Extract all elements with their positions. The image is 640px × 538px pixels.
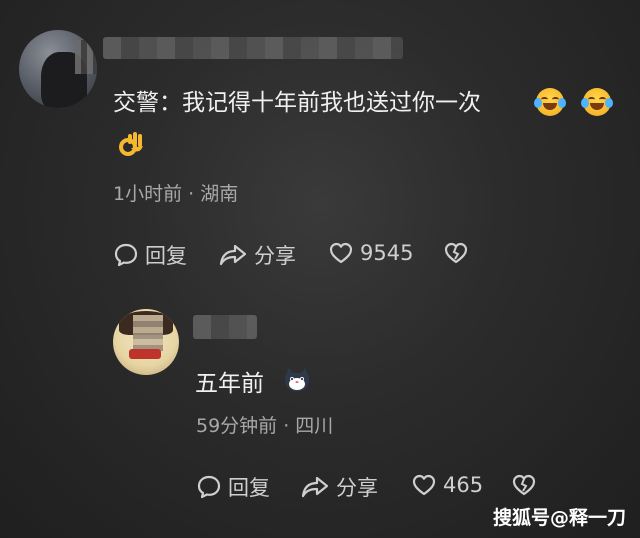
- share-arrow-icon: [219, 244, 247, 266]
- heart-icon: [412, 474, 436, 496]
- comment-text: 交警：我记得十年前我也送过你一次: [113, 90, 481, 116]
- reply-meta: 59分钟前 · 四川: [196, 415, 334, 437]
- share-label: 分享: [254, 244, 296, 268]
- avatar-pixelation: [133, 315, 163, 351]
- heart-icon: [329, 242, 353, 264]
- share-arrow-icon: [301, 476, 329, 498]
- share-button[interactable]: 分享: [218, 240, 296, 270]
- chat-bubble-icon: [197, 475, 221, 499]
- comment-item: 交警：我记得十年前我也送过你一次 1小时前 · 湖南 回复 分享 9545: [0, 0, 640, 290]
- broken-heart-icon: [444, 242, 468, 264]
- like-button[interactable]: 465: [411, 472, 483, 498]
- chat-bubble-icon: [114, 243, 138, 267]
- like-count: 465: [443, 473, 484, 497]
- rolling-laughing-emoji: [534, 88, 566, 116]
- comment-meta: 1小时前 · 湖南: [113, 183, 239, 205]
- reply-avatar[interactable]: [113, 309, 179, 375]
- dislike-button[interactable]: [443, 240, 469, 266]
- like-count: 9545: [360, 241, 414, 265]
- reply-label: 回复: [228, 476, 270, 500]
- cat-emoji: [285, 368, 309, 392]
- avatar-accessory: [129, 349, 161, 359]
- reply-username-blurred[interactable]: [193, 315, 257, 339]
- avatar-pixelation: [75, 40, 97, 74]
- reply-item: 五年前 59分钟前 · 四川 回复 分享 465: [0, 290, 640, 538]
- share-label: 分享: [336, 476, 378, 500]
- broken-heart-icon: [512, 474, 536, 496]
- reply-button[interactable]: 回复: [196, 472, 270, 502]
- like-button[interactable]: 9545: [328, 240, 413, 266]
- share-button[interactable]: 分享: [300, 472, 378, 502]
- reply-button[interactable]: 回复: [113, 240, 187, 270]
- user-avatar[interactable]: [19, 30, 97, 108]
- reply-text: 五年前: [195, 371, 264, 397]
- rolling-laughing-emoji: [581, 88, 613, 116]
- reply-label: 回复: [145, 244, 187, 268]
- watermark: 搜狐号@释一刀: [492, 507, 626, 529]
- ok-hand-emoji: [119, 132, 143, 156]
- dislike-button[interactable]: [511, 472, 537, 498]
- username-blurred[interactable]: [103, 37, 403, 59]
